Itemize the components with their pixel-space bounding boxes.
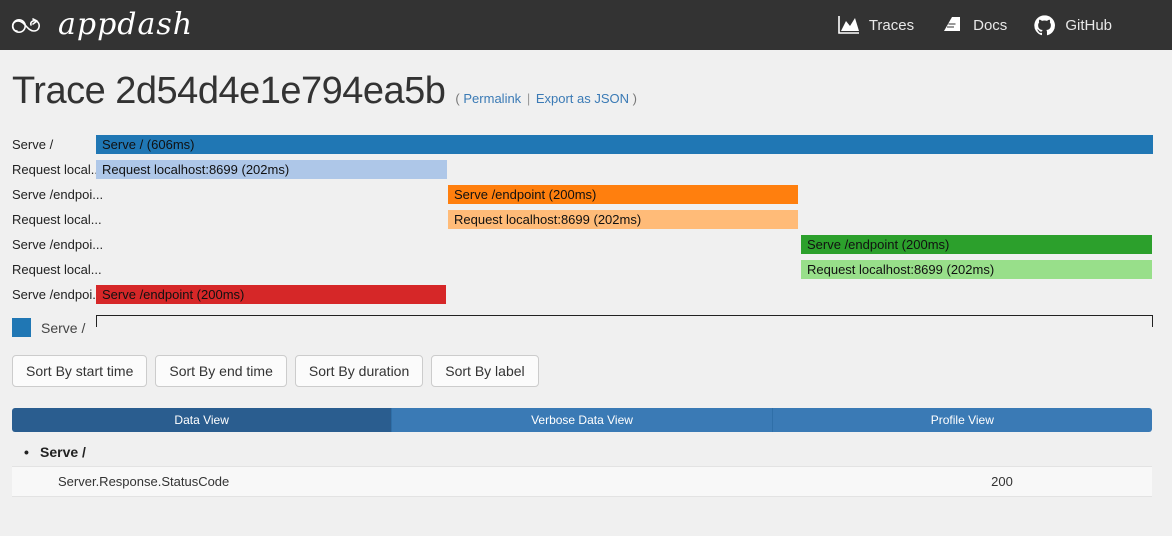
appdash-loop-logo-icon — [10, 9, 52, 41]
sort-button[interactable]: Sort By end time — [155, 355, 287, 387]
sort-button-group: Sort By start time Sort By end time Sort B… — [0, 355, 1172, 387]
timeline-span-bar[interactable]: Serve /endpoint (200ms) — [96, 285, 446, 304]
timeline-span-bar[interactable]: Request localhost:8699 (202ms) — [96, 160, 447, 179]
timeline-span-bar[interactable]: Request localhost:8699 (202ms) — [801, 260, 1152, 279]
view-tab[interactable]: Data View — [12, 408, 393, 432]
data-view-table: Server.Response.StatusCode 200 — [12, 466, 1152, 497]
sort-button[interactable]: Sort By start time — [12, 355, 148, 387]
top-navbar: appdash Traces Docs GitHub — [0, 0, 1172, 50]
brand-logo-link[interactable]: appdash — [10, 9, 193, 41]
page-title: Trace 2d54d4e1e794ea5b — [12, 70, 446, 112]
timeline-span-bar[interactable]: Request localhost:8699 (202ms) — [448, 210, 798, 229]
timeline-row: Request local... Request localhost:8699 (… — [0, 207, 1172, 232]
sort-button[interactable]: Sort By label — [431, 355, 539, 387]
timeline-row-label: Request local... — [12, 162, 102, 177]
data-view-panel: Serve / Server.Response.StatusCode 200 — [12, 442, 1152, 497]
book-icon — [940, 14, 964, 36]
timeline-clipped-row-outline — [96, 315, 1153, 327]
sort-button[interactable]: Sort By duration — [294, 355, 424, 387]
github-octocat-icon — [1033, 14, 1056, 37]
close-paren: ) — [632, 91, 637, 106]
timeline-row-label: Serve /endpoi... — [12, 237, 104, 252]
timeline-span-bar[interactable]: Serve /endpoint (200ms) — [448, 185, 798, 204]
data-view-row: Server.Response.StatusCode 200 — [12, 466, 1152, 497]
timeline-row-label: Request local... — [12, 212, 102, 227]
brand-name: appdash — [58, 7, 194, 42]
timeline-span-bar[interactable]: Serve /endpoint (200ms) — [801, 235, 1152, 254]
timeline-row-label: Request local... — [12, 262, 102, 277]
title-action-links: ( Permalink | Export as JSON ) — [455, 91, 637, 106]
view-tab[interactable]: Verbose Data View — [392, 408, 773, 432]
export-json-link[interactable]: Export as JSON — [536, 91, 629, 106]
timeline-row-label: Serve /endpoi... — [12, 287, 104, 302]
data-view-value: 200 — [991, 474, 1013, 489]
timeline-row: Serve /endpoi... Serve /endpoint (200ms) — [0, 232, 1172, 257]
legend-label: Serve / — [41, 319, 86, 336]
nav-item-docs[interactable]: Docs — [940, 14, 1007, 36]
nav-item-github[interactable]: GitHub — [1033, 14, 1112, 37]
nav-label-docs: Docs — [973, 16, 1008, 34]
legend-color-swatch — [12, 318, 31, 337]
timeline-row: Serve / Serve / (606ms) — [0, 132, 1172, 157]
links-separator: | — [526, 91, 531, 106]
permalink-link[interactable]: Permalink — [463, 91, 521, 106]
timeline-row: Request local... Request localhost:8699 (… — [0, 257, 1172, 282]
area-chart-icon — [836, 14, 860, 36]
view-tab[interactable]: Profile View — [772, 408, 1152, 432]
timeline-row-label: Serve /endpoi... — [12, 187, 104, 202]
view-tab-bar: Data View Verbose Data View Profile View — [12, 408, 1152, 432]
nav-item-traces[interactable]: Traces — [836, 14, 914, 36]
timeline-row: Request local... Request localhost:8699 (… — [0, 157, 1172, 182]
navbar-links: Traces Docs GitHub — [836, 14, 1158, 37]
timeline-row-label: Serve / — [12, 137, 54, 152]
timeline-row: Serve /endpoi... Serve /endpoint (200ms) — [0, 182, 1172, 207]
nav-label-traces: Traces — [868, 16, 915, 34]
page-header: Trace 2d54d4e1e794ea5b ( Permalink | Exp… — [0, 50, 1172, 110]
data-view-group-title: Serve / — [12, 442, 1152, 462]
trace-timeline: Serve / Serve / (606ms) Request local... Re… — [0, 132, 1172, 312]
timeline-row: Serve /endpoi... Serve /endpoint (200ms) — [0, 282, 1172, 307]
open-paren: ( — [455, 91, 460, 106]
nav-label-github: GitHub — [1065, 16, 1112, 34]
timeline-span-bar[interactable]: Serve / (606ms) — [96, 135, 1153, 154]
data-view-key: Server.Response.StatusCode — [58, 474, 230, 489]
